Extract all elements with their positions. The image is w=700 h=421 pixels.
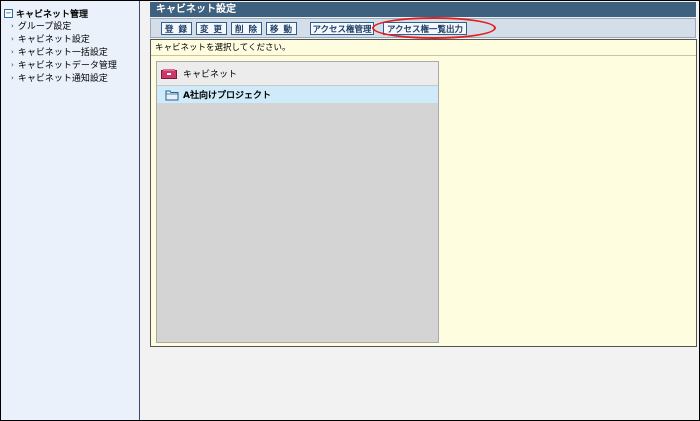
page-title: キャビネット設定 (150, 2, 696, 17)
chevron-right-icon: › (11, 60, 14, 69)
cabinet-tree: キャビネット A社向けプロジェクト (156, 61, 439, 343)
chevron-right-icon: › (11, 73, 14, 82)
chevron-right-icon: › (11, 21, 14, 30)
main-area: キャビネット設定 登 録 変 更 削 除 移 動 アクセス権管理 アクセス権一覧… (140, 1, 699, 420)
toolbar: 登 録 変 更 削 除 移 動 アクセス権管理 アクセス権一覧出力 (150, 18, 696, 38)
move-button[interactable]: 移 動 (266, 22, 297, 35)
sidebar-item-label: キャビネット設定 (17, 35, 90, 45)
sidebar-item-label: キャビネット一括設定 (17, 48, 108, 58)
content-panel: キャビネットを選択してください。 キャビネット A社向けプロジェクト (150, 39, 697, 347)
tree-item[interactable]: A社向けプロジェクト (157, 86, 438, 103)
sidebar-item-label: キャビネットデータ管理 (17, 61, 117, 71)
lower-empty-area (140, 348, 699, 420)
sidebar-item-cabinet-notification-settings[interactable]: › キャビネット通知設定 (11, 71, 108, 85)
tree-item-label: A社向けプロジェクト (183, 91, 271, 101)
chevron-right-icon: › (11, 34, 14, 43)
sidebar-item-cabinet-data-management[interactable]: › キャビネットデータ管理 (11, 58, 117, 72)
instruction-message: キャビネットを選択してください。 (151, 40, 696, 56)
change-button[interactable]: 変 更 (196, 22, 227, 35)
sidebar-item-cabinet-bulk-settings[interactable]: › キャビネット一括設定 (11, 45, 108, 59)
cabinet-tree-root[interactable]: キャビネット (157, 62, 438, 86)
sidebar: − キャビネット管理 › グループ設定 › キャビネット設定 › キャビネット一… (1, 1, 140, 420)
sidebar-item-cabinet-settings[interactable]: › キャビネット設定 (11, 32, 90, 46)
delete-button[interactable]: 削 除 (231, 22, 262, 35)
folder-icon (165, 90, 179, 100)
sidebar-item-label: キャビネット通知設定 (17, 74, 108, 84)
cabinet-tree-root-label: キャビネット (183, 70, 238, 80)
register-button[interactable]: 登 録 (161, 22, 192, 35)
access-manage-button[interactable]: アクセス権管理 (310, 22, 374, 35)
collapse-icon[interactable]: − (4, 9, 13, 18)
cabinet-icon (161, 68, 177, 79)
access-export-button[interactable]: アクセス権一覧出力 (383, 22, 467, 35)
chevron-right-icon: › (11, 47, 14, 56)
sidebar-item-group-settings[interactable]: › グループ設定 (11, 19, 72, 33)
sidebar-item-label: グループ設定 (17, 22, 72, 32)
